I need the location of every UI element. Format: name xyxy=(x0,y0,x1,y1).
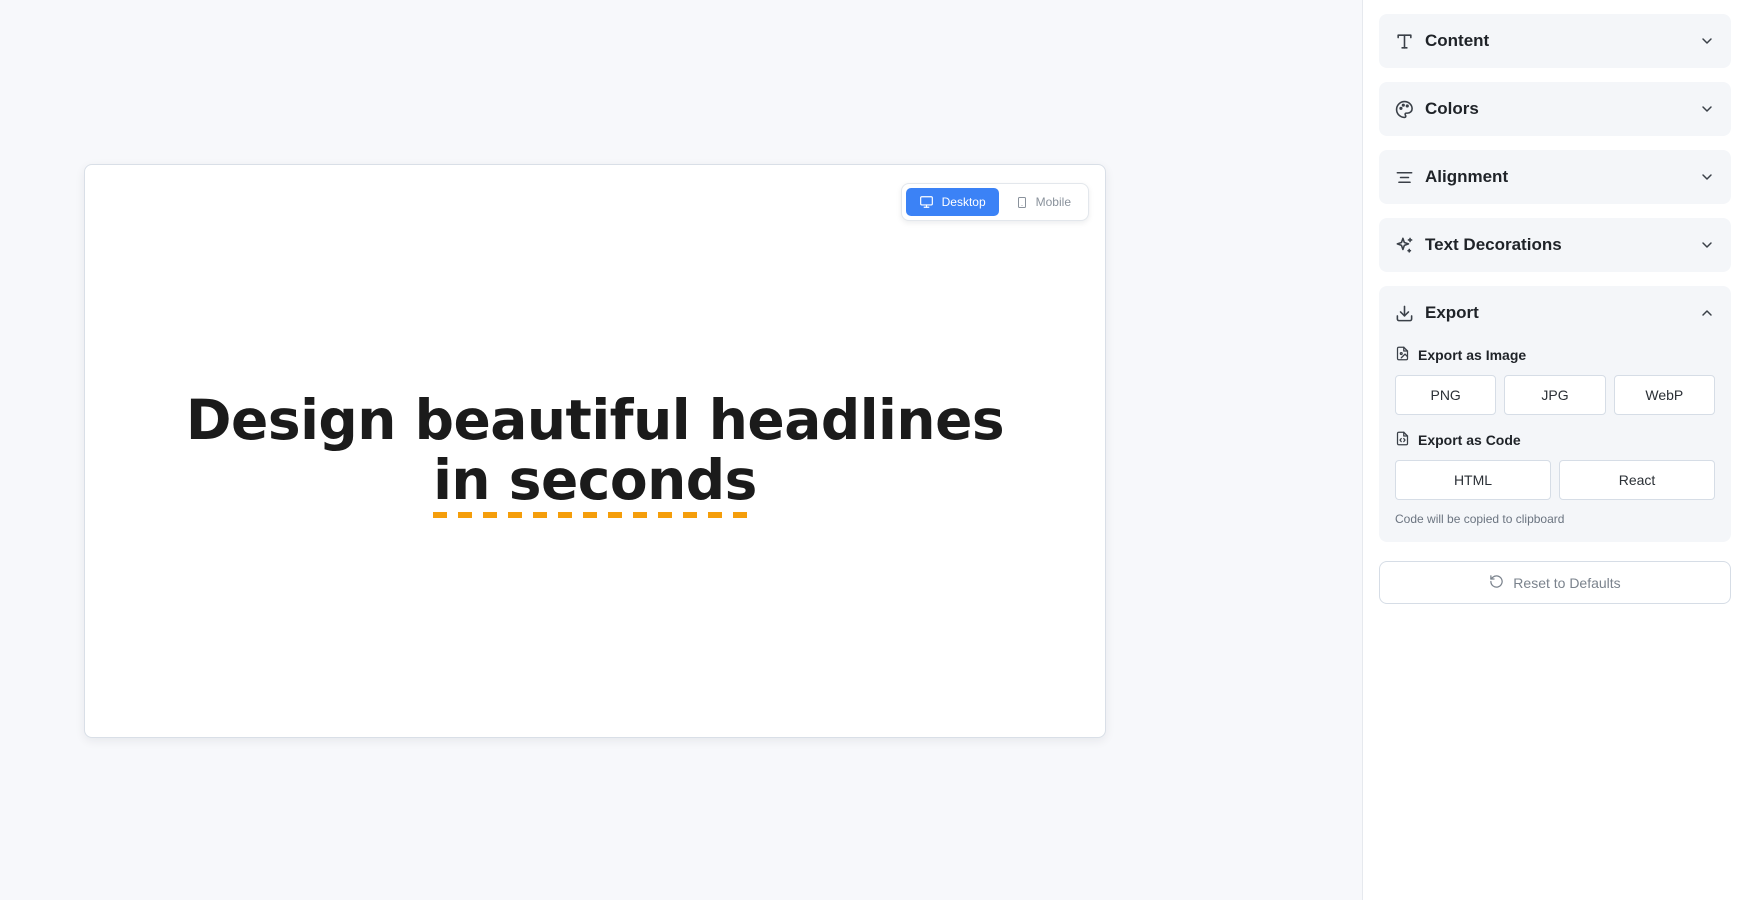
chevron-down-icon[interactable] xyxy=(1699,101,1715,117)
chevron-up-icon[interactable] xyxy=(1699,305,1715,321)
type-icon xyxy=(1395,32,1414,51)
export-html-button[interactable]: HTML xyxy=(1395,460,1551,500)
headline-line-2-decorated: in seconds xyxy=(433,448,757,518)
panel-text-decorations-title: Text Decorations xyxy=(1425,235,1562,254)
panel-colors: Colors xyxy=(1379,82,1731,136)
preview-canvas: Desktop Mobile Design beautiful headline… xyxy=(84,164,1106,738)
panel-export-title: Export xyxy=(1425,303,1479,322)
export-code-label: Export as Code xyxy=(1418,432,1521,448)
panel-export: Export Export as Image PNG JPG WebP Expo… xyxy=(1379,286,1731,542)
panel-text-decorations-header[interactable]: Text Decorations xyxy=(1379,218,1731,272)
export-react-button[interactable]: React xyxy=(1559,460,1715,500)
file-code-icon xyxy=(1395,431,1410,449)
panel-export-header[interactable]: Export xyxy=(1379,286,1731,340)
panel-alignment-title: Alignment xyxy=(1425,167,1509,186)
export-webp-button[interactable]: WebP xyxy=(1613,375,1715,415)
panel-colors-header[interactable]: Colors xyxy=(1379,82,1731,136)
chevron-down-icon[interactable] xyxy=(1699,33,1715,49)
image-format-buttons: PNG JPG WebP xyxy=(1395,375,1715,415)
chevron-down-icon[interactable] xyxy=(1699,169,1715,185)
palette-icon xyxy=(1395,100,1414,119)
code-format-buttons: HTML React xyxy=(1395,460,1715,500)
export-code-heading: Export as Code xyxy=(1395,429,1715,451)
chevron-down-icon[interactable] xyxy=(1699,237,1715,253)
panel-content-title: Content xyxy=(1425,31,1490,50)
mobile-toggle-label: Mobile xyxy=(1035,195,1071,209)
panel-alignment-header[interactable]: Alignment xyxy=(1379,150,1731,204)
panel-colors-title: Colors xyxy=(1425,99,1479,118)
view-toggle: Desktop Mobile xyxy=(900,183,1089,221)
export-png-button[interactable]: PNG xyxy=(1395,375,1497,415)
export-jpg-button[interactable]: JPG xyxy=(1504,375,1606,415)
mobile-toggle-button[interactable]: Mobile xyxy=(1003,188,1084,216)
clipboard-hint: Code will be copied to clipboard xyxy=(1395,512,1565,526)
reset-defaults-button[interactable]: Reset to Defaults xyxy=(1379,561,1731,604)
export-image-label: Export as Image xyxy=(1418,347,1527,363)
export-options: Export as Image PNG JPG WebP Export as C… xyxy=(1379,344,1731,526)
panel-content: Content xyxy=(1379,14,1731,68)
panel-text-decorations: Text Decorations xyxy=(1379,218,1731,272)
panel-content-header[interactable]: Content xyxy=(1379,14,1731,68)
desktop-toggle-label: Desktop xyxy=(941,195,986,209)
settings-sidebar: Content Colors Alignment Text Decoration… xyxy=(1362,0,1739,900)
export-image-heading: Export as Image xyxy=(1395,344,1715,366)
download-icon xyxy=(1395,304,1414,323)
file-image-icon xyxy=(1395,346,1410,364)
desktop-toggle-button[interactable]: Desktop xyxy=(905,188,999,216)
headline-preview: Design beautiful headlines in seconds xyxy=(85,388,1105,518)
monitor-icon xyxy=(919,195,934,209)
headline-line-1: Design beautiful headlines xyxy=(185,388,1005,452)
align-center-icon xyxy=(1395,168,1414,187)
panel-alignment: Alignment xyxy=(1379,150,1731,204)
sparkles-icon xyxy=(1395,236,1414,255)
smartphone-icon xyxy=(1016,195,1028,210)
reset-defaults-label: Reset to Defaults xyxy=(1513,574,1621,591)
rotate-ccw-icon xyxy=(1489,574,1504,592)
